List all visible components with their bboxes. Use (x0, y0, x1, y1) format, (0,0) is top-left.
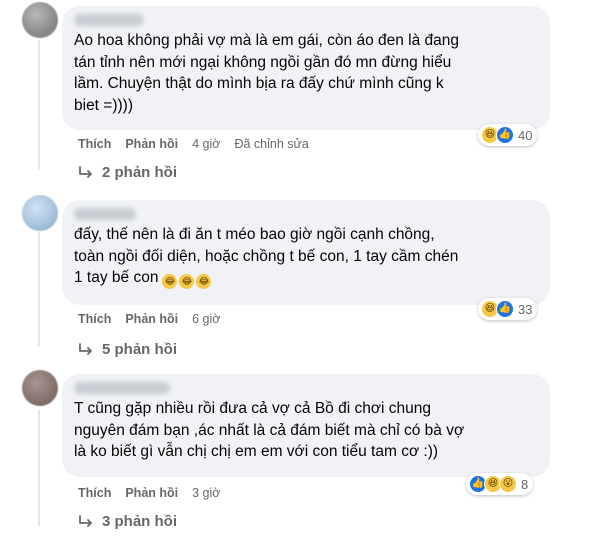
like-link[interactable]: Thích (78, 137, 111, 151)
reaction-count: 33 (518, 301, 533, 317)
like-icon: 👍 (496, 300, 514, 318)
thread-line (38, 40, 40, 170)
comment-text: Ao hoa không phải vợ mà là em gái, còn á… (74, 32, 460, 114)
avatar[interactable] (22, 370, 58, 406)
reaction-summary[interactable]: 😆 👍 40 (478, 124, 538, 146)
comment-actions: Thích Phản hồi 3 giờ (78, 486, 220, 500)
comment-actions: Thích Phản hồi 6 giờ (78, 312, 220, 326)
reaction-summary[interactable]: 👍 😆 😮 8 (466, 473, 534, 495)
like-icon: 👍 (496, 126, 514, 144)
view-replies-button[interactable]: 2 phản hồi (78, 164, 177, 181)
avatar[interactable] (22, 2, 58, 38)
comment-bubble: đấy, thế nên là đi ăn t méo bao giờ ngồi… (62, 200, 550, 305)
reply-link[interactable]: Phản hồi (125, 137, 178, 151)
thread-line (38, 232, 40, 347)
thread-line (38, 410, 40, 526)
author-name-blurred[interactable] (74, 14, 144, 26)
comment-bubble: Ao hoa không phải vợ mà là em gái, còn á… (62, 6, 550, 130)
timestamp[interactable]: 6 giờ (192, 312, 220, 326)
laughing-emoji-icons: 😂 😂 😂 (162, 274, 212, 290)
reply-link[interactable]: Phản hồi (125, 486, 178, 500)
reply-link[interactable]: Phản hồi (125, 312, 178, 326)
reaction-count: 40 (518, 127, 533, 143)
timestamp[interactable]: 4 giờ (192, 137, 220, 151)
avatar[interactable] (22, 195, 58, 231)
comment-bubble: T cũng gặp nhiều rồi đưa cả vợ cả Bồ đi … (62, 374, 550, 477)
like-link[interactable]: Thích (78, 486, 111, 500)
reaction-count: 8 (521, 476, 529, 492)
timestamp[interactable]: 3 giờ (192, 486, 220, 500)
reply-arrow-icon (79, 514, 92, 527)
reply-arrow-icon (79, 165, 92, 178)
comment-actions: Thích Phản hồi 4 giờ Đã chỉnh sửa (78, 137, 309, 151)
author-name-blurred[interactable] (74, 382, 170, 394)
reply-arrow-icon (79, 342, 92, 355)
replies-count-label: 5 phản hồi (102, 341, 177, 358)
comment-text: T cũng gặp nhiều rồi đưa cả vợ cả Bồ đi … (74, 400, 465, 460)
replies-count-label: 3 phản hồi (102, 513, 177, 530)
reaction-summary[interactable]: 😆 👍 33 (478, 298, 538, 320)
author-name-blurred[interactable] (74, 208, 136, 220)
edited-label[interactable]: Đã chỉnh sửa (234, 137, 308, 151)
like-link[interactable]: Thích (78, 312, 111, 326)
wow-icon: 😮 (499, 475, 517, 493)
view-replies-button[interactable]: 3 phản hồi (78, 513, 177, 530)
view-replies-button[interactable]: 5 phản hồi (78, 341, 177, 358)
comment-text: đấy, thế nên là đi ăn t méo bao giờ ngồi… (74, 224, 538, 290)
replies-count-label: 2 phản hồi (102, 164, 177, 181)
